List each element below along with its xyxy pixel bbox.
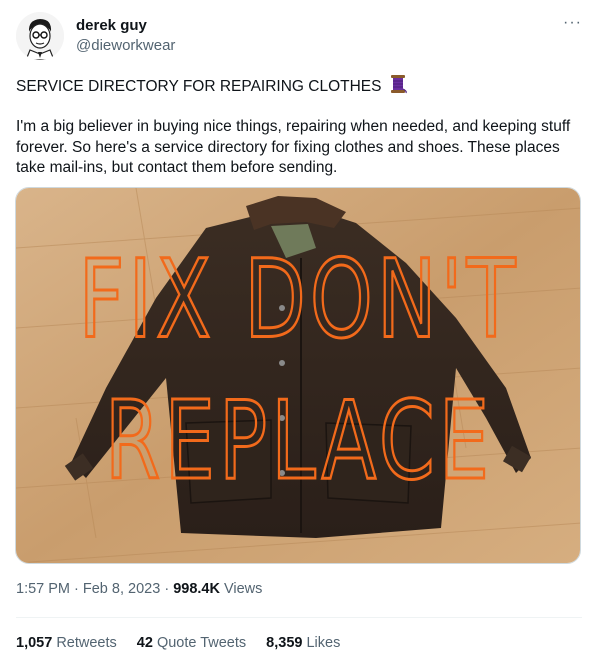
meta-separator: · bbox=[74, 581, 83, 597]
engagement-stats: 1,057 Retweets 42 Quote Tweets 8,359 Lik… bbox=[16, 635, 340, 651]
views-count: 998.4K bbox=[173, 581, 220, 597]
quote-tweets-stat[interactable]: 42 Quote Tweets bbox=[137, 635, 246, 651]
author-handle[interactable]: @dieworkwear bbox=[76, 37, 175, 54]
avatar[interactable] bbox=[16, 12, 64, 60]
tweet-body: I'm a big believer in buying nice things… bbox=[16, 118, 571, 176]
likes-count: 8,359 bbox=[266, 635, 303, 651]
overlay-line-1: FIX DON'T bbox=[78, 238, 519, 363]
overlay-line-2: REPLACE bbox=[105, 379, 493, 504]
thread-spool-icon bbox=[388, 74, 408, 101]
tweet-meta: 1:57 PM · Feb 8, 2023 · 998.4K Views bbox=[16, 581, 262, 597]
meta-separator: · bbox=[164, 581, 174, 597]
author-name[interactable]: derek guy bbox=[76, 17, 147, 34]
tweet-media-image[interactable]: FIX DON'T REPLACE bbox=[15, 187, 581, 564]
retweets-label: Retweets bbox=[56, 635, 117, 651]
more-options-icon[interactable]: ··· bbox=[563, 14, 582, 32]
avatar-illustration-icon bbox=[16, 12, 64, 60]
quotes-count: 42 bbox=[136, 635, 153, 651]
likes-stat[interactable]: 8,359 Likes bbox=[266, 635, 340, 651]
views-label: Views bbox=[223, 581, 263, 597]
likes-label: Likes bbox=[306, 635, 341, 651]
tweet-time[interactable]: 1:57 PM bbox=[16, 581, 70, 597]
divider bbox=[16, 617, 582, 618]
tweet-title: SERVICE DIRECTORY FOR REPAIRING CLOTHES bbox=[16, 74, 582, 101]
quotes-label: Quote Tweets bbox=[156, 635, 247, 651]
retweets-stat[interactable]: 1,057 Retweets bbox=[16, 635, 117, 651]
tweet-header: derek guy @dieworkwear ··· bbox=[16, 12, 582, 64]
tweet-title-text: SERVICE DIRECTORY FOR REPAIRING CLOTHES bbox=[16, 78, 382, 95]
retweets-count: 1,057 bbox=[16, 635, 53, 651]
tweet-date[interactable]: Feb 8, 2023 bbox=[83, 581, 160, 597]
